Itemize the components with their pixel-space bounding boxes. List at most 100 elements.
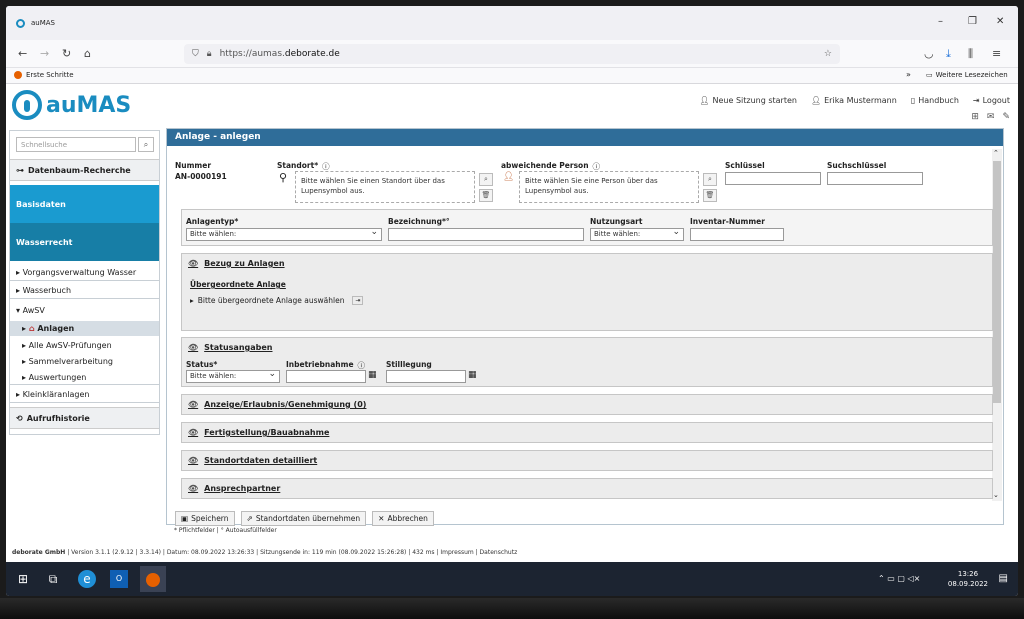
windows-start-icon[interactable]: ⊞ xyxy=(14,570,32,588)
cancel-button[interactable]: ✕ Abbrechen xyxy=(372,511,434,526)
person-search-icon[interactable]: ⌕ xyxy=(703,173,717,186)
bookmark-weitere[interactable]: ▭ Weitere Lesezeichen xyxy=(926,71,1008,79)
clock[interactable]: 13:26 08.09.2022 xyxy=(948,569,988,589)
standortdaten-panel: 👁︎ Standortdaten detailliert xyxy=(181,450,993,471)
sidebar-datenbaum[interactable]: ⊶ Datenbaum-Recherche xyxy=(10,159,159,181)
sidebar-item-anlagen[interactable]: ▸ ⌂ Anlagen xyxy=(10,321,159,336)
edge-icon[interactable]: e xyxy=(78,570,96,588)
anzeige-toggle[interactable]: 👁︎ Anzeige/Erlaubnis/Genehmigung (0) xyxy=(188,400,366,409)
download-icon[interactable]: ⤓ xyxy=(946,48,951,59)
star-icon[interactable]: ☆ xyxy=(824,49,832,59)
maximize-icon[interactable]: ❐ xyxy=(968,16,977,27)
standortdaten-toggle[interactable]: 👁︎ Standortdaten detailliert xyxy=(188,456,317,465)
save-icon: ▣ xyxy=(181,514,189,523)
calendar-icon[interactable]: ▦ xyxy=(368,370,377,380)
close-icon[interactable]: ✕ xyxy=(996,16,1004,27)
uebergeordnet-title: Übergeordnete Anlage xyxy=(190,280,286,289)
back-icon[interactable]: ← xyxy=(18,48,27,59)
ansprech-panel: 👁︎ Ansprechpartner xyxy=(181,478,993,499)
select-link-icon[interactable]: ⇥ xyxy=(352,296,364,305)
pocket-icon[interactable]: ◡ xyxy=(924,48,934,59)
home-icon[interactable]: ⌂ xyxy=(84,48,91,59)
search-icon[interactable]: ⌕ xyxy=(138,137,154,152)
tab-title: auMAS xyxy=(31,19,55,27)
bezeichnung-input[interactable] xyxy=(388,228,584,241)
firefox-taskbar-icon[interactable] xyxy=(140,566,166,592)
bookmark-bar: Erste Schritte » ▭ Weitere Lesezeichen xyxy=(6,68,1018,84)
sidebar-item-pruefungen[interactable]: ▸ Alle AwSV-Prüfungen xyxy=(10,338,159,352)
eye-icon: 👁︎ xyxy=(188,400,199,409)
take-location-button[interactable]: ⇗ Standortdaten übernehmen xyxy=(240,511,367,526)
nutzungsart-select[interactable]: Bitte wählen: xyxy=(590,227,684,241)
manual-link[interactable]: ▯ Handbuch xyxy=(911,96,959,105)
person-trash-icon[interactable]: 🗑︎ xyxy=(703,189,717,202)
form-scrollbar[interactable]: ⌃ ⌄ xyxy=(992,149,1002,501)
shield-icon: ⛉ xyxy=(192,49,199,59)
minimize-icon[interactable]: – xyxy=(938,16,943,27)
close-icon: ✕ xyxy=(378,514,385,523)
search-input[interactable]: Schnellsuche xyxy=(16,137,136,152)
app-footer: deborate GmbH | Version 3.1.1 (2.9.12 | … xyxy=(12,549,518,556)
stilllegung-input[interactable] xyxy=(386,370,466,383)
user-icon: 👤︎ xyxy=(810,96,822,105)
scroll-thumb[interactable] xyxy=(993,161,1001,403)
sidebar-item-kleinklaeranlagen[interactable]: ▸ Kleinkläranlagen xyxy=(10,387,159,403)
bezug-panel: 👁︎ Bezug zu Anlagen Übergeordnete Anlage … xyxy=(181,253,993,331)
lock-icon: 🔒︎ xyxy=(206,49,212,59)
location-pin-icon: ⚲ xyxy=(279,171,288,184)
sidebar-item-awsv[interactable]: ▾ AwSV xyxy=(10,303,159,317)
outlook-icon[interactable]: O xyxy=(110,570,128,588)
fertig-toggle[interactable]: 👁︎ Fertigstellung/Bauabnahme xyxy=(188,428,329,437)
chevron-more-icon[interactable]: » xyxy=(906,70,911,79)
main-form: Anlage - anlegen Nummer AN-0000191 Stand… xyxy=(166,128,1004,526)
mail-icon[interactable]: ✉ xyxy=(987,112,995,122)
bookmark-erste-schritte[interactable]: Erste Schritte xyxy=(14,71,74,79)
browser-tab[interactable]: auMAS xyxy=(8,10,188,36)
task-view-icon[interactable]: ⧉ xyxy=(44,570,62,588)
sidebar-history[interactable]: ⟲ Aufrufhistorie xyxy=(10,407,159,429)
page-title: Anlage - anlegen xyxy=(167,129,1003,146)
sidebar-item-wasserbuch[interactable]: ▸ Wasserbuch xyxy=(10,283,159,299)
logout-link[interactable]: ⇥ Logout xyxy=(973,96,1010,105)
anlagentyp-select[interactable]: Bitte wählen: xyxy=(186,227,382,241)
calendar-icon[interactable]: ▦ xyxy=(468,370,477,380)
status-toggle[interactable]: 👁︎ Statusangaben xyxy=(188,343,273,352)
house-icon: ⌂ xyxy=(28,324,35,333)
standort-search-icon[interactable]: ⌕ xyxy=(479,173,493,186)
standort-trash-icon[interactable]: 🗑︎ xyxy=(479,189,493,202)
edit-icon[interactable]: ✎ xyxy=(1002,112,1010,122)
bezug-toggle[interactable]: 👁︎ Bezug zu Anlagen xyxy=(188,259,285,268)
url-bar[interactable]: ⛉ 🔒︎ https://aumas.deborate.de ☆ xyxy=(184,44,840,64)
inbetrieb-input[interactable] xyxy=(286,370,366,383)
fertig-panel: 👁︎ Fertigstellung/Bauabnahme xyxy=(181,422,993,443)
logo-text: auMAS xyxy=(46,92,132,118)
grid-icon[interactable]: ⊞ xyxy=(971,112,979,122)
anlagentyp-label: Anlagentyp* xyxy=(186,217,239,226)
scroll-down-icon[interactable]: ⌄ xyxy=(993,491,999,499)
notification-icon[interactable]: ▤ xyxy=(999,573,1008,584)
suchschluessel-input[interactable] xyxy=(827,172,923,185)
sidebar-item-vorgangsverwaltung[interactable]: ▸ Vorgangsverwaltung Wasser xyxy=(10,265,159,281)
scroll-up-icon[interactable]: ⌃ xyxy=(993,149,999,157)
library-icon[interactable]: ⫼ xyxy=(968,48,973,59)
nummer-label: Nummer xyxy=(175,161,212,170)
menu-icon[interactable]: ≡ xyxy=(992,48,1001,59)
forward-icon[interactable]: → xyxy=(40,48,49,59)
save-button[interactable]: ▣ Speichern xyxy=(175,511,235,526)
app-logo[interactable]: auMAS xyxy=(12,90,131,120)
tree-icon: ⊶ xyxy=(16,165,24,175)
sidebar-basisdaten[interactable]: Basisdaten xyxy=(10,185,159,223)
status-select[interactable]: Bitte wählen: xyxy=(186,369,280,383)
logo-icon xyxy=(12,90,42,120)
reload-icon[interactable]: ↻ xyxy=(62,48,71,59)
eye-icon: 👁︎ xyxy=(188,456,199,465)
tray-icons[interactable]: ⌃ ▭ ▢ ◁× xyxy=(878,574,920,583)
sidebar-item-auswertungen[interactable]: ▸ Auswertungen xyxy=(10,370,159,385)
schluessel-input[interactable] xyxy=(725,172,821,185)
sidebar-item-sammelverarbeitung[interactable]: ▸ Sammelverarbeitung xyxy=(10,354,159,368)
sidebar-wasserrecht[interactable]: Wasserrecht xyxy=(10,223,159,261)
inventar-input[interactable] xyxy=(690,228,784,241)
new-session-link[interactable]: 👤︎ Neue Sitzung starten xyxy=(699,96,797,105)
user-link[interactable]: 👤︎ Erika Mustermann xyxy=(811,96,897,105)
ansprech-toggle[interactable]: 👁︎ Ansprechpartner xyxy=(188,484,280,493)
